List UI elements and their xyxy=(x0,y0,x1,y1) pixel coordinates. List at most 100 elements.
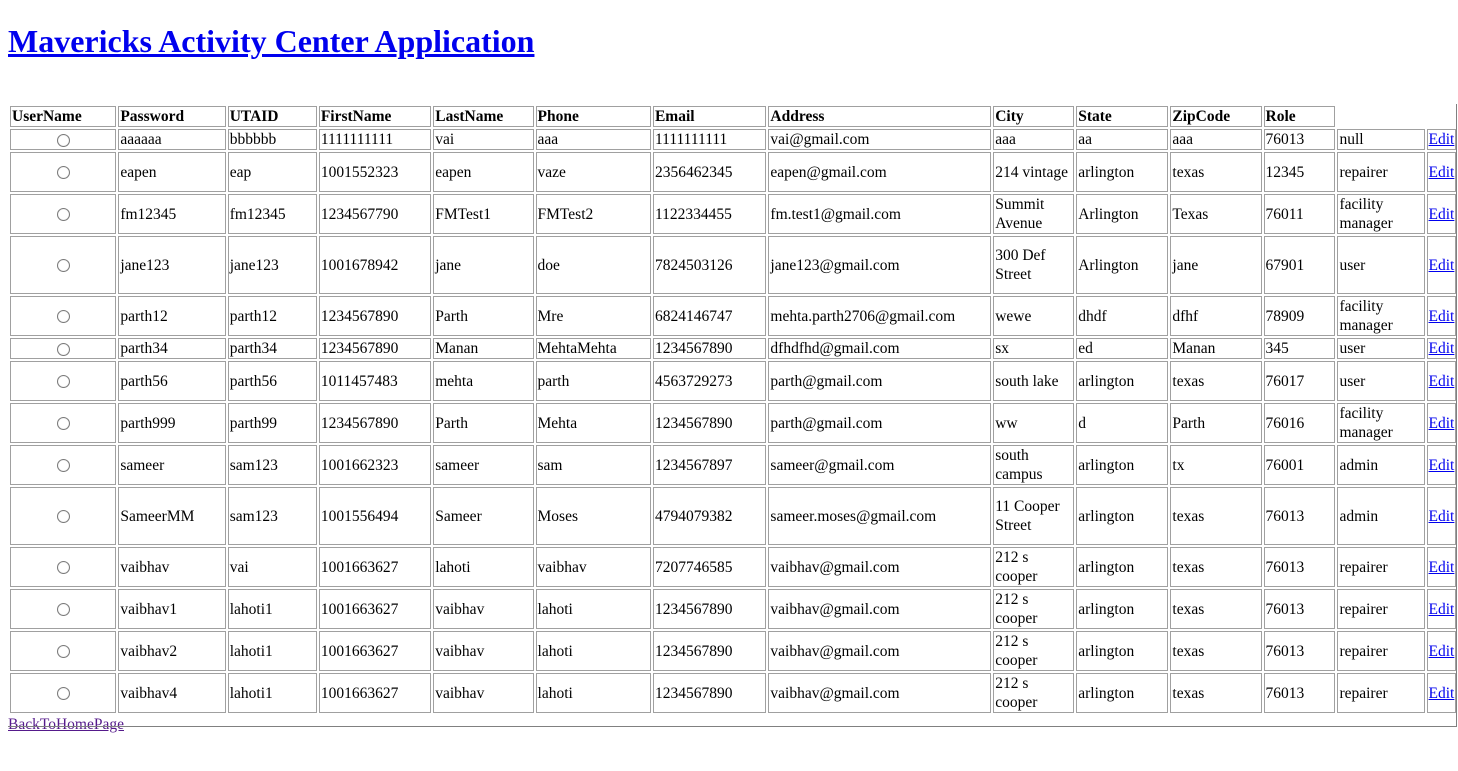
cell-address: 212 s cooper xyxy=(993,589,1075,629)
table-row: vaibhav1 lahoti1 1001663627 vaibhav lahoti 12… xyxy=(10,589,1456,629)
edit-cell: Edit xyxy=(1426,445,1456,485)
cell-username: jane123 xyxy=(118,236,226,294)
cell-lastname: Mehta xyxy=(535,403,651,443)
edit-link[interactable]: Edit xyxy=(1429,257,1455,274)
cell-phone: 1234567890 xyxy=(652,631,767,671)
table-row: SameerMM sam123 1001556494 Sameer Moses 47940… xyxy=(10,487,1456,545)
cell-password: eap xyxy=(227,152,317,192)
edit-link[interactable]: Edit xyxy=(1429,559,1455,576)
edit-link[interactable]: Edit xyxy=(1429,685,1455,702)
cell-utaid: 1001552323 xyxy=(318,152,432,192)
row-select-radio[interactable] xyxy=(56,208,70,222)
row-select-radio[interactable] xyxy=(56,342,70,356)
cell-phone: 1111111111 xyxy=(652,129,767,150)
row-select-cell xyxy=(10,403,117,443)
table-row: parth999 parth99 1234567890 Parth Mehta 12345… xyxy=(10,403,1456,443)
column-header-phone: Phone xyxy=(535,106,651,127)
back-to-home-link[interactable]: BackToHomePage xyxy=(8,716,1458,734)
cell-password: jane123 xyxy=(227,236,317,294)
column-header-lastname: LastName xyxy=(433,106,534,127)
cell-firstname: lahoti xyxy=(433,547,534,587)
cell-zipcode: 76013 xyxy=(1263,129,1336,150)
cell-email: vaibhav@gmail.com xyxy=(768,547,992,587)
edit-cell: Edit xyxy=(1426,673,1456,713)
cell-state: jane xyxy=(1170,236,1262,294)
edit-link[interactable]: Edit xyxy=(1429,457,1455,474)
cell-city: arlington xyxy=(1076,547,1169,587)
cell-email: parth@gmail.com xyxy=(768,403,992,443)
edit-cell: Edit xyxy=(1426,589,1456,629)
cell-address: south lake xyxy=(993,361,1075,401)
row-select-radio[interactable] xyxy=(56,133,70,147)
row-select-radio[interactable] xyxy=(56,459,70,473)
cell-username: eapen xyxy=(118,152,226,192)
edit-link[interactable]: Edit xyxy=(1429,164,1455,181)
row-select-radio[interactable] xyxy=(56,375,70,389)
edit-link[interactable]: Edit xyxy=(1429,308,1455,325)
cell-zipcode: 76013 xyxy=(1263,589,1336,629)
page-title-link[interactable]: Mavericks Activity Center Application xyxy=(8,23,534,59)
cell-address: 212 s cooper xyxy=(993,547,1075,587)
row-select-radio[interactable] xyxy=(56,166,70,180)
table-body: aaaaaa bbbbbb 1111111111 vai aaa 1111111111 va… xyxy=(10,129,1456,713)
cell-city: arlington xyxy=(1076,673,1169,713)
cell-city: ed xyxy=(1076,338,1169,359)
table-row: vaibhav vai 1001663627 lahoti vaibhav 7207746… xyxy=(10,547,1456,587)
cell-utaid: 1001662323 xyxy=(318,445,432,485)
column-header-password: Password xyxy=(118,106,226,127)
cell-password: lahoti1 xyxy=(227,631,317,671)
cell-phone: 1234567890 xyxy=(652,589,767,629)
edit-link[interactable]: Edit xyxy=(1429,643,1455,660)
row-select-radio[interactable] xyxy=(56,687,70,701)
edit-link[interactable]: Edit xyxy=(1429,340,1455,357)
cell-zipcode: 345 xyxy=(1263,338,1336,359)
edit-link[interactable]: Edit xyxy=(1429,373,1455,390)
cell-username: parth34 xyxy=(118,338,226,359)
cell-phone: 1234567890 xyxy=(652,673,767,713)
cell-email: parth@gmail.com xyxy=(768,361,992,401)
table-row: parth34 parth34 1234567890 Manan MehtaMehta 1… xyxy=(10,338,1456,359)
edit-link[interactable]: Edit xyxy=(1429,206,1455,223)
cell-email: vaibhav@gmail.com xyxy=(768,631,992,671)
row-select-radio[interactable] xyxy=(56,417,70,431)
cell-firstname: vai xyxy=(433,129,534,150)
table-row: parth12 parth12 1234567890 Parth Mre 68241467… xyxy=(10,296,1456,336)
edit-link[interactable]: Edit xyxy=(1429,131,1455,148)
cell-state: texas xyxy=(1170,589,1262,629)
cell-utaid: 1001663627 xyxy=(318,589,432,629)
cell-zipcode: 76016 xyxy=(1263,403,1336,443)
table-row: jane123 jane123 1001678942 jane doe 782450312… xyxy=(10,236,1456,294)
cell-phone: 2356462345 xyxy=(652,152,767,192)
cell-state: texas xyxy=(1170,361,1262,401)
cell-state: tx xyxy=(1170,445,1262,485)
cell-password: bbbbbb xyxy=(227,129,317,150)
empty-header-edit xyxy=(1427,106,1456,127)
row-select-radio[interactable] xyxy=(56,603,70,617)
table-row: eapen eap 1001552323 eapen vaze 2356462345 eap… xyxy=(10,152,1456,192)
row-select-cell xyxy=(10,236,117,294)
cell-lastname: parth xyxy=(535,361,651,401)
cell-city: aa xyxy=(1076,129,1169,150)
cell-utaid: 1001678942 xyxy=(318,236,432,294)
cell-username: fm12345 xyxy=(118,194,226,234)
row-select-cell xyxy=(10,547,117,587)
cell-role: repairer xyxy=(1337,589,1425,629)
edit-link[interactable]: Edit xyxy=(1429,508,1455,525)
row-select-radio[interactable] xyxy=(56,310,70,324)
cell-lastname: lahoti xyxy=(535,589,651,629)
row-select-radio[interactable] xyxy=(56,259,70,273)
cell-city: arlington xyxy=(1076,445,1169,485)
cell-utaid: 1011457483 xyxy=(318,361,432,401)
cell-role: repairer xyxy=(1337,152,1425,192)
cell-firstname: vaibhav xyxy=(433,631,534,671)
cell-password: parth56 xyxy=(227,361,317,401)
edit-link[interactable]: Edit xyxy=(1429,415,1455,432)
cell-zipcode: 76011 xyxy=(1263,194,1336,234)
edit-link[interactable]: Edit xyxy=(1429,601,1455,618)
cell-zipcode: 76017 xyxy=(1263,361,1336,401)
cell-address: 300 Def Street xyxy=(993,236,1075,294)
row-select-radio[interactable] xyxy=(56,561,70,575)
row-select-radio[interactable] xyxy=(56,510,70,524)
row-select-radio[interactable] xyxy=(56,645,70,659)
cell-address: south campus xyxy=(993,445,1075,485)
